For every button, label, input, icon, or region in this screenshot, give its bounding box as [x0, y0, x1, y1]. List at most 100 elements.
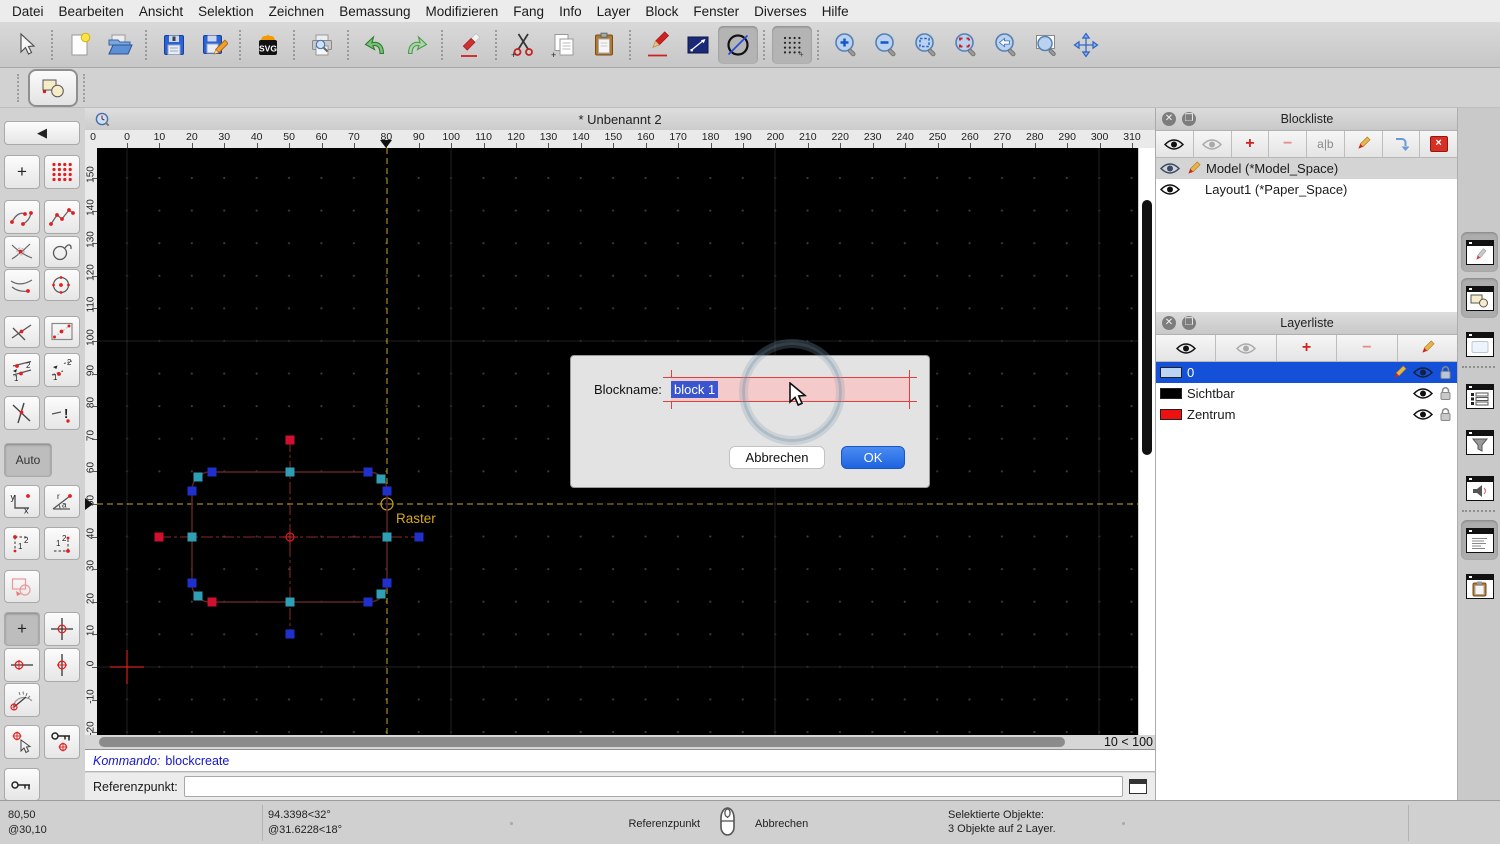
snap-restrict-2-button[interactable]: 12 — [44, 353, 80, 387]
snap-back-button[interactable]: ◀ — [4, 121, 80, 145]
snap-coord-xy-button[interactable]: yx — [4, 485, 40, 518]
cut-button[interactable]: + — [504, 26, 544, 64]
undo-button[interactable] — [356, 26, 396, 64]
pointer-tool-button[interactable] — [6, 26, 46, 64]
delete-tool-button[interactable] — [450, 26, 490, 64]
selection-handle-cyan[interactable] — [383, 533, 392, 542]
blank-widget-toggle[interactable] — [1461, 324, 1498, 364]
horizontal-scroll-thumb[interactable] — [99, 737, 1065, 747]
command-input[interactable] — [184, 776, 1123, 797]
block-delete-all-button[interactable]: × — [1420, 131, 1458, 157]
selection-handle-blue[interactable] — [188, 487, 197, 496]
block-remove-button[interactable]: − — [1269, 131, 1307, 157]
layer-add-button[interactable]: + — [1277, 335, 1337, 361]
selection-handle-cyan[interactable] — [194, 473, 203, 482]
selection-handle-blue[interactable] — [364, 598, 373, 607]
draw-pencil-button[interactable] — [638, 26, 678, 64]
menu-fenster[interactable]: Fenster — [693, 4, 739, 19]
block-show-all-button[interactable] — [1156, 131, 1194, 157]
new-file-button[interactable] — [60, 26, 100, 64]
selection-handle-blue[interactable] — [383, 579, 392, 588]
menu-modifizieren[interactable]: Modifizieren — [426, 4, 499, 19]
layer-hide-all-button[interactable] — [1216, 335, 1276, 361]
block-row[interactable]: Model (*Model_Space) — [1156, 158, 1458, 179]
selection-handle-cyan[interactable] — [188, 533, 197, 542]
command-widget-toggle[interactable] — [1461, 520, 1498, 560]
snap-auto-button[interactable]: Auto — [4, 443, 52, 477]
snap-rel-b-button[interactable]: 12 — [44, 527, 80, 560]
command-dock-button[interactable] — [1129, 779, 1147, 794]
snap-key-button[interactable] — [4, 768, 40, 801]
selection-handle-red[interactable] — [286, 436, 295, 445]
menu-bearbeiten[interactable]: Bearbeiten — [59, 4, 124, 19]
selection-handle-red[interactable] — [155, 533, 164, 542]
copy-button[interactable]: + — [544, 26, 584, 64]
redo-button[interactable] — [396, 26, 436, 64]
menu-info[interactable]: Info — [559, 4, 582, 19]
snap-snap-middle-button[interactable] — [4, 316, 40, 348]
menu-zeichnen[interactable]: Zeichnen — [269, 4, 325, 19]
snap-cross-h-button[interactable] — [4, 648, 40, 682]
menu-hilfe[interactable]: Hilfe — [822, 4, 849, 19]
zoom-out-button[interactable] — [866, 26, 906, 64]
menu-diverses[interactable]: Diverses — [754, 4, 807, 19]
menu-datei[interactable]: Datei — [12, 4, 44, 19]
layer-row[interactable]: Zentrum — [1156, 404, 1458, 425]
menu-block[interactable]: Block — [645, 4, 678, 19]
zoom-pan-button[interactable] — [1066, 26, 1106, 64]
selection-handle-blue[interactable] — [415, 533, 424, 542]
snap-snap-reference-button[interactable] — [44, 316, 80, 348]
snap-coord-polar-button[interactable]: ra — [44, 485, 80, 518]
snap-rel-a-button[interactable]: 12 — [4, 527, 40, 560]
save-file-button[interactable] — [154, 26, 194, 64]
clipboard-widget-toggle[interactable] — [1461, 566, 1498, 606]
draw-line-button[interactable] — [678, 26, 718, 64]
eye-icon[interactable] — [1413, 387, 1433, 400]
menu-ansicht[interactable]: Ansicht — [139, 4, 183, 19]
menu-fang[interactable]: Fang — [513, 4, 544, 19]
filter-widget-toggle[interactable] — [1461, 422, 1498, 462]
eye-icon[interactable] — [1413, 408, 1433, 421]
snap-plus-pressed-button[interactable]: + — [4, 612, 40, 646]
layer-show-all-button[interactable] — [1156, 335, 1216, 361]
zoom-prev-button[interactable] — [986, 26, 1026, 64]
vertical-scrollbar[interactable] — [1138, 148, 1155, 735]
paste-button[interactable] — [584, 26, 624, 64]
snap-restrict-1-button[interactable]: 12 — [4, 353, 40, 387]
property-editor-toggle[interactable] — [1461, 232, 1498, 272]
pencil-icon[interactable] — [1391, 365, 1407, 381]
notify-widget-toggle[interactable] — [1461, 468, 1498, 508]
selection-handle-cyan[interactable] — [286, 598, 295, 607]
selection-handle-blue[interactable] — [208, 468, 217, 477]
document-titlebar[interactable]: * Unbenannt 2 — [85, 108, 1155, 131]
layer-row[interactable]: Sichtbar — [1156, 383, 1458, 404]
selection-handle-cyan[interactable] — [194, 592, 203, 601]
lock-icon[interactable] — [1439, 365, 1452, 380]
selection-handle-blue[interactable] — [286, 630, 295, 639]
ok-button[interactable]: OK — [841, 446, 905, 469]
menu-bemassung[interactable]: Bemassung — [339, 4, 410, 19]
zoom-window-button[interactable] — [1026, 26, 1066, 64]
menu-layer[interactable]: Layer — [597, 4, 631, 19]
snap-snap-hook-button[interactable] — [44, 236, 80, 268]
snap-cursor-cross-button[interactable] — [4, 725, 40, 759]
eye-icon[interactable] — [1160, 162, 1180, 175]
selection-handle-cyan[interactable] — [286, 468, 295, 477]
vertical-scroll-thumb[interactable] — [1142, 200, 1152, 455]
snap-cross-v-button[interactable] — [44, 648, 80, 682]
lock-icon[interactable] — [1439, 386, 1452, 401]
block-row[interactable]: Layout1 (*Paper_Space) — [1156, 179, 1458, 200]
grid-toggle-button[interactable]: + — [772, 26, 812, 64]
snap-red-shape-button[interactable] — [4, 570, 40, 603]
list-widget-toggle[interactable] — [1461, 376, 1498, 416]
selection-handle-blue[interactable] — [383, 487, 392, 496]
block-edit-button[interactable] — [1345, 131, 1383, 157]
snap-gauge-button[interactable] — [4, 683, 40, 717]
selection-handle-cyan[interactable] — [377, 475, 386, 484]
eye-icon[interactable] — [1160, 183, 1180, 196]
selection-handle-blue[interactable] — [364, 468, 373, 477]
selection-handle-red[interactable] — [208, 598, 217, 607]
snap-snap-cross-button[interactable] — [4, 396, 40, 430]
layer-edit-button[interactable] — [1398, 335, 1458, 361]
library-browser-toggle[interactable] — [1461, 278, 1498, 318]
